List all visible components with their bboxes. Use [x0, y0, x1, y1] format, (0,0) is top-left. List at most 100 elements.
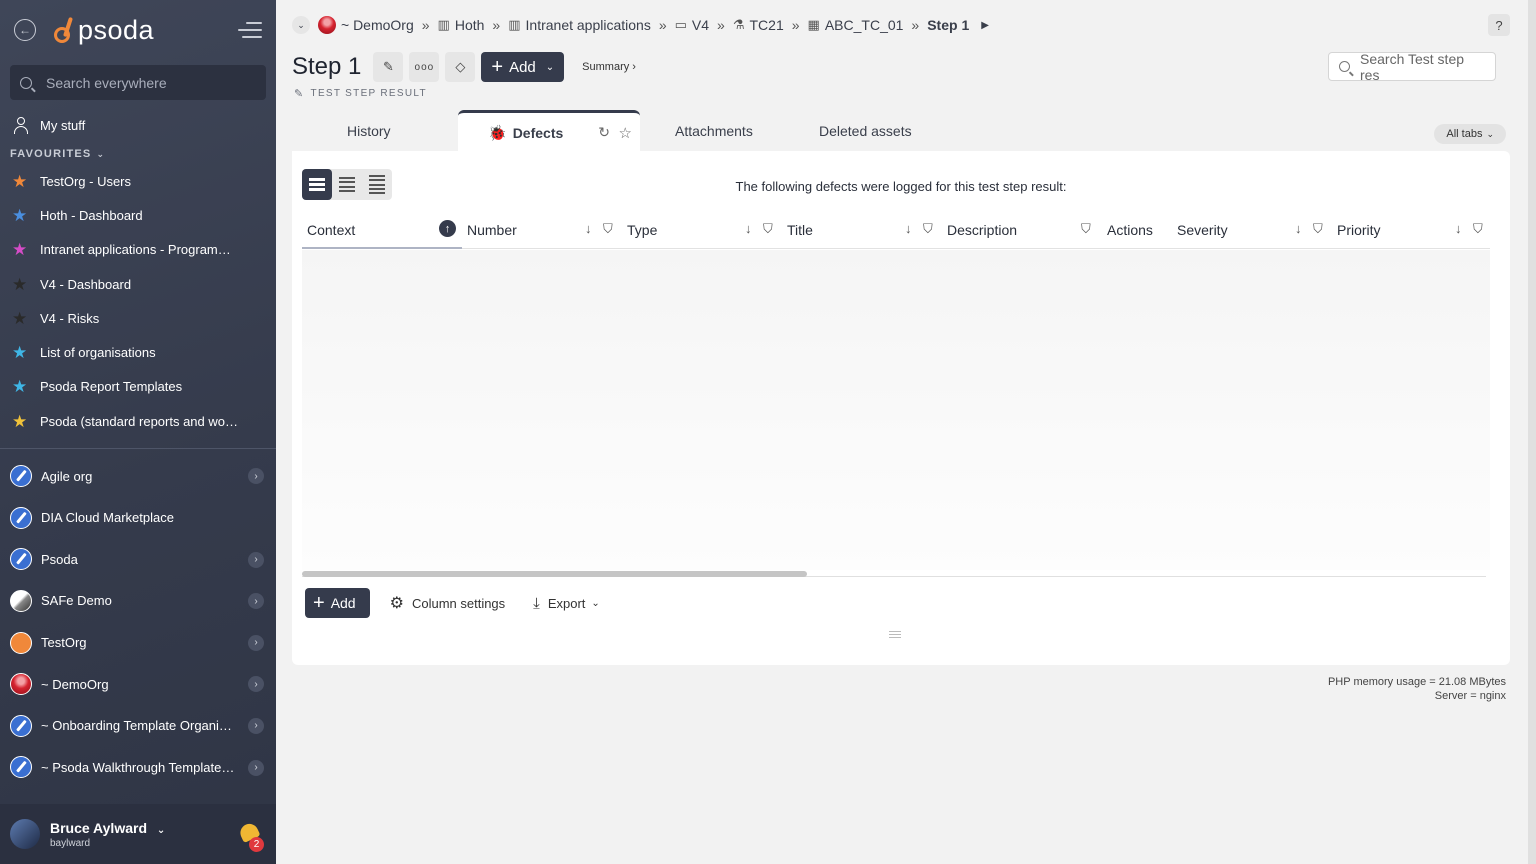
organisation-item[interactable]: ~ DemoOrg › [0, 663, 276, 705]
user-menu[interactable]: Bruce Aylward ⌄ baylward 2 [0, 804, 276, 864]
add-dropdown-button[interactable]: + Add ⌄ [481, 52, 565, 82]
horizontal-scrollbar[interactable] [302, 571, 1486, 577]
favourite-label: Hoth - Dashboard [40, 207, 143, 223]
back-icon[interactable]: ← [14, 19, 36, 41]
my-stuff-link[interactable]: My stuff [0, 110, 276, 140]
organisation-item[interactable]: SAFe Demo › [0, 580, 276, 622]
favourite-item[interactable]: ★ Psoda Report Templates [0, 370, 276, 404]
chevron-right-icon[interactable]: › [248, 593, 264, 610]
project-icon: ▭ [674, 17, 687, 32]
org-avatar-icon [10, 465, 32, 488]
chevron-down-icon: ⌄ [591, 597, 600, 609]
logo[interactable]: psoda [52, 15, 154, 46]
column-header-number[interactable]: Number [467, 222, 517, 238]
column-header-title[interactable]: Title [787, 222, 813, 238]
tab-history[interactable]: History [347, 123, 391, 139]
favourite-item[interactable]: ★ V4 - Risks [0, 301, 276, 335]
favourite-item[interactable]: ★ V4 - Dashboard [0, 267, 276, 301]
sort-icon[interactable]: ↓ [1455, 221, 1462, 236]
column-header-severity[interactable]: Severity [1177, 222, 1228, 238]
filter-icon[interactable]: ⛉ [1473, 221, 1483, 237]
column-header-context[interactable]: Context [307, 222, 355, 238]
breadcrumb-dropdown-button[interactable]: ⌄ [292, 16, 310, 34]
refresh-icon[interactable]: ↻ [598, 124, 610, 141]
page-scrollbar[interactable] [1528, 0, 1536, 864]
breadcrumb-separator: » [421, 17, 430, 33]
column-header-description[interactable]: Description [947, 222, 1017, 238]
edit-button[interactable]: ✎ [373, 52, 404, 82]
page-search-input[interactable]: Search Test step res [1328, 51, 1496, 83]
chevron-right-icon[interactable]: › [248, 717, 264, 734]
filter-icon[interactable]: ⛉ [1313, 221, 1323, 237]
organisation-item[interactable]: Psoda › [0, 539, 276, 581]
breadcrumb-item-intranet-applications[interactable]: ▥ Intranet applications [508, 17, 651, 33]
play-icon[interactable]: ▶ [981, 20, 989, 31]
breadcrumb-separator: » [717, 17, 725, 33]
scrollbar-thumb[interactable] [302, 571, 807, 577]
column-settings-button[interactable]: ⚙ Column settings [390, 593, 506, 613]
all-tabs-dropdown[interactable]: All tabs ⌄ [1434, 124, 1506, 144]
organisation-label: SAFe Demo [41, 593, 112, 609]
organisation-label: Psoda [41, 551, 78, 567]
tab-deleted-assets[interactable]: Deleted assets [819, 123, 912, 139]
favourites-heading[interactable]: FAVOURITES ⌄ [0, 144, 276, 164]
favourite-label: Psoda Report Templates [40, 379, 183, 395]
favourite-item[interactable]: ★ List of organisations [0, 335, 276, 369]
org-avatar-icon [10, 589, 32, 612]
add-defect-button[interactable]: + Add [305, 588, 370, 618]
favourite-item[interactable]: ★ Psoda (standard reports and work… [0, 404, 276, 438]
tab-attachments[interactable]: Attachments [675, 123, 753, 139]
organisation-item[interactable]: DIA Cloud Marketplace [0, 497, 276, 539]
filter-icon[interactable]: ⛉ [923, 221, 933, 237]
favourite-item[interactable]: ★ Intranet applications - Programme… [0, 233, 276, 267]
user-icon [12, 116, 30, 134]
favourite-item[interactable]: ★ Hoth - Dashboard [0, 198, 276, 232]
breadcrumb-item-demoorg[interactable]: ~ DemoOrg [318, 16, 414, 34]
breadcrumb-item-abc-tc-01[interactable]: ▦ ABC_TC_01 [808, 17, 904, 33]
page-title: Step 1 [292, 53, 362, 80]
export-dropdown-button[interactable]: ⤓ Export ⌄ [533, 595, 600, 612]
column-header-type[interactable]: Type [627, 222, 657, 238]
organisation-item[interactable]: ~ Onboarding Template Organisa… › [0, 705, 276, 747]
sort-icon[interactable]: ↓ [1295, 221, 1302, 236]
breadcrumb-item-hoth[interactable]: ▥ Hoth [438, 17, 485, 33]
sort-icon[interactable]: ↓ [745, 221, 752, 236]
breadcrumb-item-step-1: Step 1 [927, 17, 969, 33]
column-header-actions[interactable]: Actions [1107, 222, 1153, 238]
organisation-item[interactable]: Agile org › [0, 455, 276, 497]
sort-icon[interactable]: ↓ [585, 221, 592, 236]
star-icon[interactable]: ☆ [619, 124, 632, 142]
notifications-button[interactable]: 2 [237, 820, 264, 852]
tab-defects[interactable]: 🐞 Defects ↻ ☆ [458, 110, 640, 152]
breadcrumb-item-tc21[interactable]: ⚗ TC21 [733, 17, 784, 33]
summary-link[interactable]: Summary › [582, 61, 636, 73]
organisation-item[interactable]: ~ Psoda Walkthrough Template P… › [0, 747, 276, 789]
favourite-item[interactable]: ★ TestOrg - Users [0, 164, 276, 198]
chevron-down-icon: ⌄ [96, 148, 106, 159]
sort-ascending-icon[interactable]: ↑ [439, 220, 456, 237]
chevron-right-icon[interactable]: › [248, 551, 264, 568]
breadcrumb-label: TC21 [749, 17, 784, 33]
more-options-button[interactable]: ooo [409, 52, 440, 82]
organisations-list: Agile org › DIA Cloud Marketplace Psoda › SAF… [0, 455, 276, 788]
sort-icon[interactable]: ↓ [905, 221, 912, 236]
organisation-item[interactable]: TestOrg › [0, 622, 276, 664]
global-search-input[interactable]: Search everywhere [10, 65, 266, 100]
chevron-right-icon[interactable]: › [248, 468, 264, 485]
chevron-right-icon[interactable]: › [248, 634, 264, 651]
page-subtitle-label: TEST STEP RESULT [310, 88, 427, 99]
collapse-sidebar-icon[interactable] [238, 22, 262, 38]
filter-icon[interactable]: ⛉ [1081, 221, 1091, 237]
breadcrumb-item-v4[interactable]: ▭ V4 [675, 17, 709, 33]
column-header-priority[interactable]: Priority [1337, 222, 1381, 238]
chevron-right-icon[interactable]: › [248, 759, 264, 776]
help-button[interactable]: ? [1488, 14, 1510, 36]
breadcrumb-label: ABC_TC_01 [824, 17, 904, 33]
filter-icon[interactable]: ⛉ [603, 221, 613, 237]
ellipsis-icon: ooo [414, 61, 435, 73]
tag-button[interactable]: ◇ [445, 52, 476, 82]
filter-icon[interactable]: ⛉ [763, 221, 773, 237]
user-handle: baylward [50, 837, 91, 849]
chevron-right-icon[interactable]: › [248, 676, 264, 693]
resize-handle-icon[interactable] [889, 631, 901, 639]
